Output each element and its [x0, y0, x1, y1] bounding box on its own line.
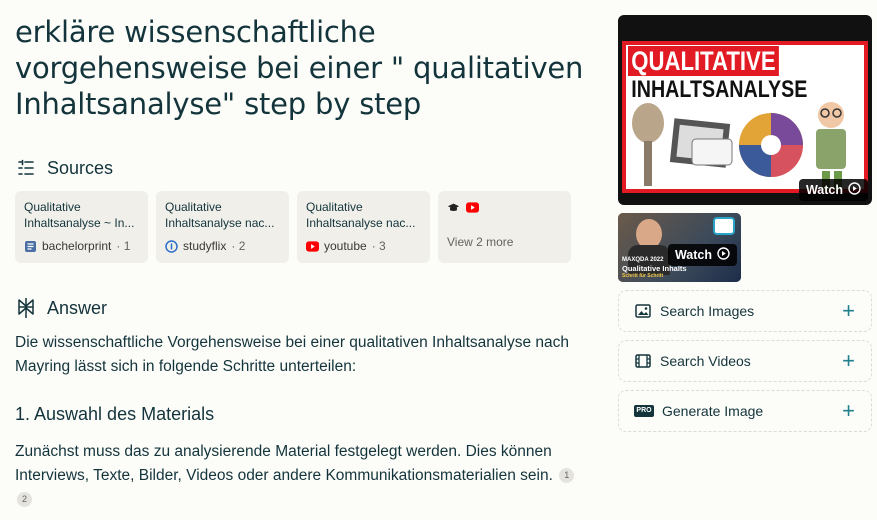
- search-videos-button[interactable]: Search Videos +: [618, 340, 872, 382]
- source-site: bachelorprint: [42, 239, 112, 253]
- thumb-illustration: [632, 102, 846, 191]
- plus-icon: +: [842, 348, 855, 373]
- sources-header: Sources: [15, 157, 113, 179]
- source-site: studyflix: [183, 239, 227, 253]
- step-text: Zunächst muss das zu analysierende Mater…: [15, 443, 553, 484]
- sources-list: Qualitative Inhaltsanalyse ~ In... bache…: [15, 191, 571, 263]
- watch-label: Watch: [674, 248, 712, 262]
- source-card-2[interactable]: Qualitative Inhaltsanalyse nac... studyf…: [156, 191, 289, 263]
- graduation-cap-icon: [447, 201, 460, 214]
- search-videos-label: Search Videos: [660, 353, 751, 369]
- image-icon: [635, 304, 651, 318]
- video-thumbnail-image: QUALITATIVE INHALTSANALYSE: [622, 41, 868, 193]
- book-icon: [24, 240, 37, 253]
- source-title: Qualitative: [165, 200, 222, 214]
- search-images-button[interactable]: Search Images +: [618, 290, 872, 332]
- perplexity-logo-icon: [15, 297, 37, 319]
- step-heading: 1. Auswahl des Materials: [15, 404, 215, 424]
- youtube-icon: [466, 201, 479, 214]
- citation-badge[interactable]: 1: [559, 467, 575, 483]
- play-circle-icon: [717, 247, 730, 263]
- answer-header: Answer: [15, 297, 107, 319]
- source-index: · 3: [371, 239, 386, 253]
- answer-label: Answer: [47, 297, 108, 318]
- sources-label: Sources: [47, 157, 114, 178]
- source-title: Inhaltsanalyse ~ In...: [24, 216, 135, 230]
- pro-badge: PRO: [634, 405, 654, 417]
- source-title: Inhaltsanalyse nac...: [306, 216, 416, 230]
- source-title: Inhaltsanalyse nac...: [165, 216, 275, 230]
- thumb-title-line1: QUALITATIVE: [628, 46, 779, 76]
- film-icon: [635, 354, 651, 368]
- citation-badge[interactable]: 2: [17, 491, 32, 507]
- thumb-chat-icon: [713, 217, 735, 235]
- source-card-1[interactable]: Qualitative Inhaltsanalyse ~ In... bache…: [15, 191, 148, 263]
- plus-icon: +: [842, 398, 855, 423]
- generate-image-button[interactable]: PRO Generate Image +: [618, 390, 872, 432]
- source-index: · 1: [116, 239, 131, 253]
- source-title: Qualitative: [306, 200, 363, 214]
- watch-button[interactable]: Watch: [798, 179, 868, 201]
- plus-icon: +: [842, 298, 855, 323]
- answer-intro: Die wissenschaftliche Vorgehensweise bei…: [15, 334, 570, 375]
- view-more-label: View 2 more: [447, 235, 514, 249]
- pro-icon: PRO: [634, 404, 654, 418]
- youtube-icon: [306, 240, 319, 253]
- step-paragraph: Zunächst muss das zu analysierende Mater…: [15, 440, 585, 512]
- query-title: erkläre wissenschaftliche vorgehensweise…: [15, 15, 584, 121]
- source-card-3[interactable]: Qualitative Inhaltsanalyse nac... youtub…: [297, 191, 430, 263]
- source-site: youtube: [324, 239, 367, 253]
- source-index: · 2: [231, 239, 246, 253]
- search-images-label: Search Images: [660, 303, 755, 319]
- thumb-title-line2: INHALTSANALYSE: [631, 76, 808, 103]
- studyflix-icon: [165, 239, 178, 253]
- source-title: Qualitative: [24, 200, 81, 214]
- video-thumbnail-main[interactable]: QUALITATIVE INHALTSANALYSE Watch: [618, 15, 872, 205]
- sources-icon: [15, 157, 37, 179]
- watch-button[interactable]: Watch: [667, 244, 737, 266]
- thumb-caption-1: MAXQDA 2022: [622, 257, 664, 263]
- view-more-card[interactable]: View 2 more: [438, 191, 571, 263]
- watch-label: Watch: [805, 183, 843, 197]
- play-circle-icon: [848, 182, 861, 198]
- thumb-caption-3: Schritt für Schritt: [622, 273, 664, 279]
- video-thumbnail-secondary[interactable]: MAXQDA 2022 Qualitative Inhalts Schritt …: [618, 213, 741, 282]
- generate-image-label: Generate Image: [662, 403, 764, 419]
